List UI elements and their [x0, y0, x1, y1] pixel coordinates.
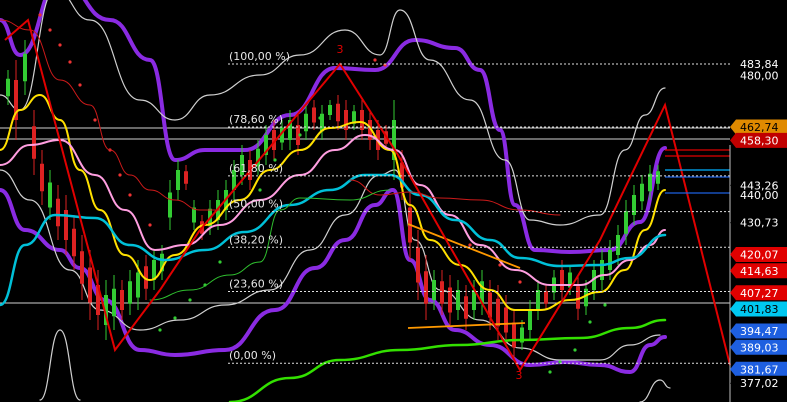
price-tag-label: 462,74 [740, 121, 779, 134]
candle-body [600, 260, 604, 280]
price-tag-label: 430,73 [740, 217, 779, 230]
price-chart: 3 3 (100,00 %) (78,60 %) (61,80 %) (50,00 %)… [0, 0, 787, 402]
lower-band-line [0, 188, 667, 374]
inner-upper-band [0, 0, 666, 226]
candle-body [512, 322, 516, 348]
candle-body [536, 290, 540, 310]
fib-level-label: (50,00 %) [229, 198, 283, 211]
candle-body [328, 105, 332, 115]
fib-level-label: (23,60 %) [229, 278, 283, 291]
chart-stage: 3 3 (100,00 %) (78,60 %) (61,80 %) (50,00 %)… [0, 0, 787, 402]
price-tag-label: 389,03 [740, 341, 779, 354]
price-tag-label: 420,07 [740, 249, 779, 262]
sar-dot [573, 348, 577, 352]
candle-body [128, 281, 132, 304]
candle-body [80, 251, 84, 284]
ma-green-line [228, 318, 667, 402]
candle-body [336, 103, 340, 122]
fib-level-label: (38,20 %) [229, 233, 283, 246]
sar-dot [128, 193, 132, 197]
sar-dot [173, 316, 177, 320]
wave-label: 3 [337, 43, 344, 56]
candle-body [416, 247, 420, 283]
candle-body [112, 288, 116, 317]
sar-dot [38, 13, 42, 17]
fib-level-label: (61,80 %) [229, 162, 283, 175]
candle-body [624, 211, 628, 234]
candle-body [184, 171, 188, 184]
candle-body [32, 126, 36, 159]
y-tick-label: 440,00 [740, 189, 779, 202]
candle-body [616, 235, 620, 255]
price-tag-label: 401,83 [740, 303, 779, 316]
candle-body [608, 250, 612, 270]
candle-body [120, 290, 124, 310]
price-tag-label: 407,27 [740, 287, 779, 300]
fib-level-label: (0,00 %) [229, 349, 276, 362]
sar-dot [148, 223, 152, 227]
candle-body [496, 298, 500, 327]
candle-body [312, 107, 316, 123]
sar-dot [468, 243, 472, 247]
sar-dot [518, 280, 522, 284]
candle-body [432, 280, 436, 300]
sar-dot [188, 298, 192, 302]
candle-body [176, 170, 180, 190]
candle-body [6, 78, 10, 97]
candle-body [464, 296, 468, 319]
price-tag-label: 414,63 [740, 265, 779, 278]
inner-lower-band-2 [39, 329, 81, 401]
candle-body [456, 290, 460, 310]
sar-dot [218, 260, 222, 264]
sar-dot [318, 116, 322, 120]
sar-dot [118, 173, 122, 177]
candle-body [440, 281, 444, 304]
candle-body [88, 267, 92, 303]
sar-dot [373, 58, 377, 62]
candle-body [304, 113, 308, 132]
candle-body [168, 192, 172, 218]
sar-dot [78, 83, 82, 87]
inner-lower-band-3 [639, 379, 671, 402]
candle-body [656, 171, 660, 184]
sar-dot [588, 320, 592, 324]
sar-dot [298, 133, 302, 137]
sar-dot [158, 328, 162, 332]
sar-dot [548, 370, 552, 374]
fib-level-label: (78,60 %) [229, 113, 283, 126]
candle-body [23, 53, 27, 82]
sar-dot [58, 43, 62, 47]
candle-body [72, 228, 76, 257]
sar-dot [93, 118, 97, 122]
sar-dot [603, 303, 607, 307]
y-tick-label: 480,00 [740, 69, 779, 82]
candle-body [544, 291, 548, 304]
candle-body [504, 307, 508, 333]
wave-label: 3 [516, 369, 523, 382]
candle-body [640, 183, 644, 202]
sar-dot [258, 188, 262, 192]
candle-body [48, 182, 52, 208]
fib-level-label: (100,00 %) [229, 50, 290, 63]
candle-body [56, 198, 60, 227]
candle-body [136, 272, 140, 298]
candle-body [528, 310, 532, 330]
price-tag-label: 394,47 [740, 325, 779, 338]
channel-red-line [349, 179, 561, 216]
candle-body [560, 270, 564, 290]
price-tag-label: 381,67 [740, 363, 779, 376]
sar-dot [48, 28, 52, 32]
price-tag-label: 458,30 [740, 134, 779, 147]
sar-dot [68, 60, 72, 64]
candle-body [424, 271, 428, 304]
candle-body [40, 163, 44, 192]
price-tag-label: 377,02 [740, 377, 779, 390]
